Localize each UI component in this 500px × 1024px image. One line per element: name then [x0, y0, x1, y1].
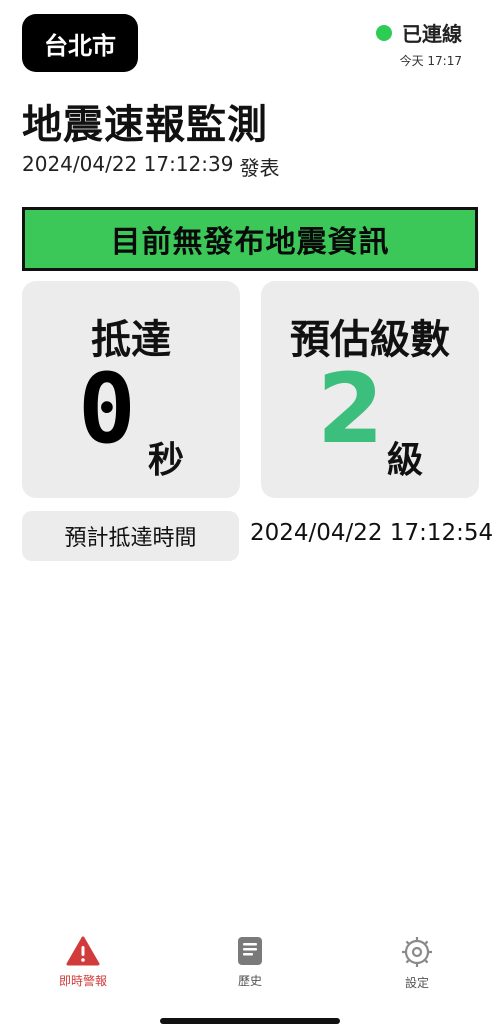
location-badge[interactable]: 台北市	[22, 14, 138, 72]
tab-alerts-label: 即時警報	[58, 974, 107, 988]
issued-time-suffix: 發表	[239, 156, 280, 180]
connection-status-label: 已連線	[402, 22, 462, 46]
issued-time-value: 2024/04/22 17:12:39	[22, 152, 234, 176]
status-banner-text: 目前無發布地震資訊	[110, 225, 390, 260]
intensity-value: 2	[317, 353, 384, 465]
tab-history[interactable]: 歷史	[190, 936, 310, 989]
arrival-card: 抵達 0 秒	[22, 281, 240, 498]
status-banner: 目前無發布地震資訊	[22, 207, 478, 271]
arrival-unit: 秒	[148, 440, 185, 481]
page-title: 地震速報監測	[22, 102, 268, 148]
tab-bar: 即時警報 歷史 設定	[0, 936, 500, 1006]
warning-icon	[66, 936, 100, 966]
connection-status: 已連線	[376, 18, 462, 47]
tab-settings-label: 設定	[404, 976, 429, 990]
gear-icon	[402, 937, 432, 967]
eta-label: 預計抵達時間	[64, 526, 197, 551]
tab-history-label: 歷史	[237, 974, 262, 988]
intensity-card: 預估級數 2 級	[261, 281, 479, 498]
tab-settings[interactable]: 設定	[357, 936, 477, 991]
issued-time: 2024/04/22 17:12:39 發表	[22, 152, 279, 181]
status-dot-icon	[376, 24, 392, 41]
eta-value: 2024/04/22 17:12:54	[250, 520, 494, 546]
location-label: 台北市	[44, 31, 116, 60]
eta-button[interactable]: 預計抵達時間	[22, 511, 239, 561]
document-icon	[238, 937, 262, 965]
intensity-unit: 級	[387, 440, 424, 481]
arrival-seconds: 0	[78, 353, 136, 465]
tab-alerts[interactable]: 即時警報	[23, 936, 143, 989]
connection-time: 今天 17:17	[399, 54, 462, 68]
home-indicator[interactable]	[160, 1018, 340, 1024]
